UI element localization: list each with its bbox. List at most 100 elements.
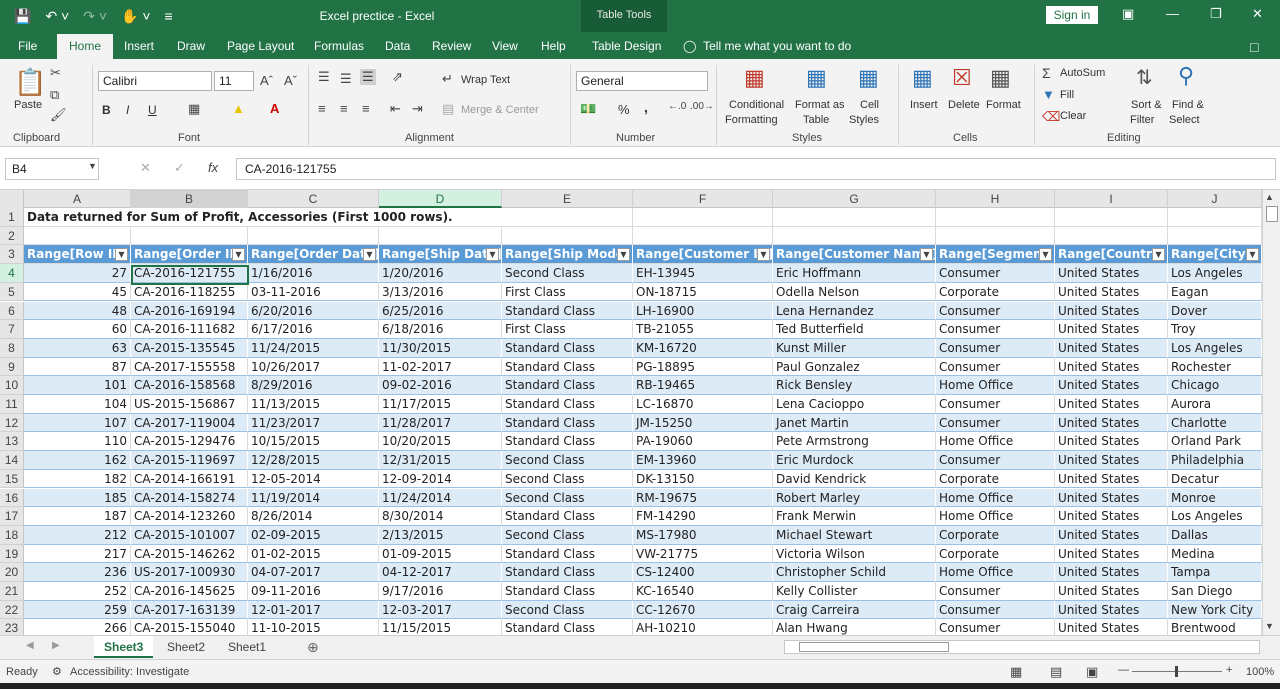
align-left-icon[interactable]: ≡	[318, 101, 326, 116]
cell[interactable]	[773, 226, 936, 246]
column-header[interactable]: H	[936, 190, 1055, 208]
filter-dropdown-icon[interactable]: ▼	[920, 248, 933, 262]
cell[interactable]: Eagan	[1168, 282, 1262, 302]
cell[interactable]: Orland Park	[1168, 432, 1262, 452]
cell[interactable]: Consumer	[936, 357, 1055, 377]
cell[interactable]: Pete Armstrong	[773, 432, 936, 452]
fill-button[interactable]: Fill	[1060, 89, 1074, 101]
cell[interactable]: CA-2015-135545	[131, 338, 248, 358]
tell-me-box[interactable]: ◯ Tell me what you want to do	[683, 39, 851, 53]
filter-dropdown-icon[interactable]: ▼	[757, 248, 770, 262]
sheet-tab-sheet3[interactable]: Sheet3	[94, 636, 154, 658]
cell[interactable]: Second Class	[502, 451, 633, 470]
cell[interactable]: New York City	[1168, 600, 1262, 620]
cell[interactable]: 10/20/2015	[379, 432, 502, 452]
row-header[interactable]: 6	[0, 301, 24, 321]
cell[interactable]: 11/13/2015	[248, 395, 379, 414]
sign-in-button[interactable]: Sign in	[1046, 6, 1098, 24]
cell[interactable]: Second Class	[502, 469, 633, 489]
cell[interactable]: 11/23/2017	[248, 413, 379, 433]
comma-style-button[interactable]: ,	[644, 99, 648, 115]
bottom-align-icon[interactable]: ☰	[360, 69, 376, 85]
tab-page-layout[interactable]: Page Layout	[227, 39, 294, 53]
percent-style-button[interactable]: %	[618, 102, 630, 117]
cell[interactable]: 110	[24, 432, 131, 452]
cell[interactable]: 8/30/2014	[379, 507, 502, 526]
cell[interactable]: Corporate	[936, 525, 1055, 545]
cell[interactable]: 107	[24, 413, 131, 433]
cell[interactable]: United States	[1055, 525, 1168, 545]
column-header[interactable]: C	[248, 190, 379, 208]
normal-view-icon[interactable]: ▦	[1010, 664, 1022, 680]
cell[interactable]: 185	[24, 488, 131, 508]
cell[interactable]: Standard Class	[502, 357, 633, 377]
cell[interactable]: EH-13945	[633, 264, 773, 283]
cell[interactable]: 266	[24, 619, 131, 635]
cell[interactable]: San Diego	[1168, 582, 1262, 601]
tab-view[interactable]: View	[492, 39, 518, 53]
cell-styles-button[interactable]: Cell	[860, 99, 879, 111]
cell[interactable]: United States	[1055, 600, 1168, 620]
cell[interactable]: CA-2015-101007	[131, 525, 248, 545]
cell[interactable]: 11/15/2015	[379, 619, 502, 635]
cell[interactable]: 60	[24, 320, 131, 339]
tab-data[interactable]: Data	[385, 39, 410, 53]
cell[interactable]: United States	[1055, 376, 1168, 395]
cell[interactable]: Second Class	[502, 600, 633, 620]
comments-icon[interactable]: □	[1250, 39, 1258, 55]
decrease-decimal-icon[interactable]: .00→	[690, 101, 714, 112]
cell[interactable]: Aurora	[1168, 395, 1262, 414]
cell[interactable]: Corporate	[936, 469, 1055, 489]
cell[interactable]: MS-17980	[633, 525, 773, 545]
align-center-icon[interactable]: ≡	[340, 101, 348, 116]
row-header[interactable]: 10	[0, 376, 24, 395]
cell[interactable]: 04-12-2017	[379, 563, 502, 582]
cell[interactable]: RB-19465	[633, 376, 773, 395]
cell[interactable]: 11-02-2017	[379, 357, 502, 377]
font-color-icon[interactable]: A	[270, 101, 279, 116]
table-header-cell[interactable]: Range[Customer ID] ▼	[633, 245, 773, 265]
cell[interactable]: CA-2016-111682	[131, 320, 248, 339]
cell[interactable]: Robert Marley	[773, 488, 936, 508]
cell[interactable]: CA-2016-158568	[131, 376, 248, 395]
row-header[interactable]: 17	[0, 507, 24, 526]
cell[interactable]: Standard Class	[502, 413, 633, 433]
cell[interactable]: Consumer	[936, 582, 1055, 601]
cell[interactable]: 12-03-2017	[379, 600, 502, 620]
cell[interactable]: 04-07-2017	[248, 563, 379, 582]
cell[interactable]: 217	[24, 544, 131, 564]
cell[interactable]: United States	[1055, 451, 1168, 470]
cell[interactable]: Janet Martin	[773, 413, 936, 433]
cell[interactable]: Alan Hwang	[773, 619, 936, 635]
cell[interactable]: Los Angeles	[1168, 507, 1262, 526]
formula-input[interactable]: CA-2016-121755	[236, 158, 1276, 180]
page-layout-view-icon[interactable]: ▤	[1050, 664, 1062, 680]
cell[interactable]: Standard Class	[502, 338, 633, 358]
filter-dropdown-icon[interactable]: ▼	[1152, 248, 1165, 262]
cell[interactable]: 12/28/2015	[248, 451, 379, 470]
cell[interactable]: Troy	[1168, 320, 1262, 339]
cell[interactable]: United States	[1055, 488, 1168, 508]
cell[interactable]: 236	[24, 563, 131, 582]
cell[interactable]: Kelly Collister	[773, 582, 936, 601]
number-format-select[interactable]: General	[576, 71, 708, 91]
insert-cells-button[interactable]: Insert	[910, 99, 938, 111]
cell[interactable]: United States	[1055, 563, 1168, 582]
cell[interactable]: CA-2016-145625	[131, 582, 248, 601]
column-header[interactable]: D	[379, 190, 502, 208]
format-painter-icon[interactable]: 🖌	[50, 107, 67, 123]
cell[interactable]: Rochester	[1168, 357, 1262, 377]
filter-dropdown-icon[interactable]: ▼	[232, 248, 245, 262]
cell[interactable]: 01-02-2015	[248, 544, 379, 564]
merge-center-button[interactable]: Merge & Center	[461, 104, 539, 116]
cell[interactable]: Standard Class	[502, 544, 633, 564]
cell[interactable]: Corporate	[936, 282, 1055, 302]
cell[interactable]: PA-19060	[633, 432, 773, 452]
find-select-button-line2[interactable]: Select	[1169, 114, 1200, 126]
cell[interactable]: 212	[24, 525, 131, 545]
cell[interactable]: DK-13150	[633, 469, 773, 489]
clear-button[interactable]: Clear	[1060, 110, 1086, 122]
insert-function-button[interactable]: fx	[208, 160, 218, 175]
column-header[interactable]: J	[1168, 190, 1262, 208]
table-header-cell[interactable]: Range[Customer Name] ▼	[773, 245, 936, 265]
